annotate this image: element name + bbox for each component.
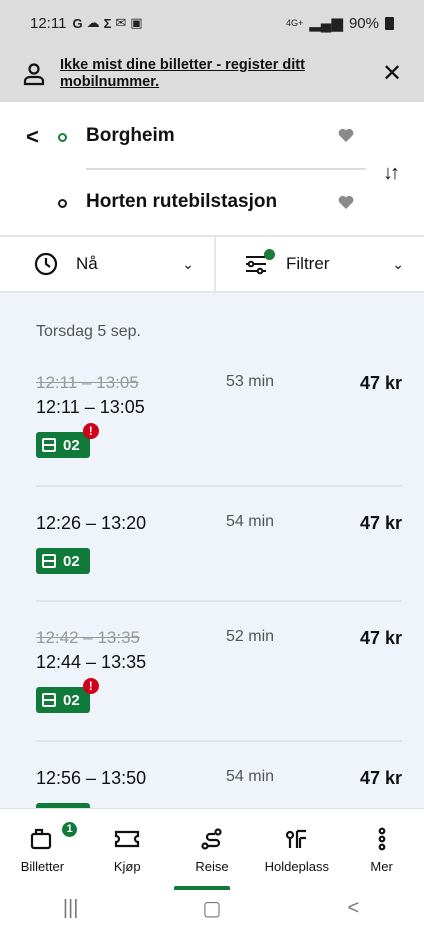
trip-price: 47 kr	[359, 513, 402, 533]
nav-label: Billetter	[20, 859, 65, 874]
nav-kjop[interactable]: Kjøp	[85, 809, 170, 890]
time-selector[interactable]: Nå ⌄	[0, 237, 214, 291]
sigma-icon: Σ	[103, 15, 112, 31]
row-divider	[36, 600, 402, 602]
line-number: 02	[63, 436, 80, 454]
line-number: 02	[63, 691, 80, 709]
route-divider	[86, 168, 366, 170]
system-nav: ||| ▢ <	[0, 890, 424, 926]
network-label: 4G+	[286, 18, 304, 28]
nav-holdeplass[interactable]: Holdeplass	[254, 809, 339, 890]
trip-price: 47 kr	[359, 768, 402, 788]
message-icon: ▣	[130, 15, 143, 30]
bottom-nav: 1 Billetter Kjøp Reise Holdeplass Mer	[0, 808, 424, 890]
trip-duration: 52 min	[226, 628, 275, 645]
row-divider	[36, 740, 402, 742]
register-banner[interactable]: Ikke mist dine billetter - register ditt…	[0, 46, 424, 102]
trip-times: 12:44 – 13:35	[36, 652, 147, 672]
bus-icon	[42, 438, 56, 452]
nav-mer[interactable]: Mer	[339, 809, 424, 890]
battery-level: 90%	[348, 14, 379, 32]
clock-icon	[34, 252, 58, 276]
swap-icon[interactable]: ↓↑	[383, 162, 400, 185]
ticket-wallet-icon	[30, 827, 54, 853]
more-icon	[376, 827, 388, 853]
cloud-icon: ☁	[86, 15, 100, 30]
back-icon[interactable]: <	[26, 124, 39, 150]
trip-price: 47 kr	[359, 628, 402, 648]
nav-billetter[interactable]: 1 Billetter	[0, 809, 85, 890]
google-icon: G	[72, 15, 83, 31]
battery-icon	[385, 16, 394, 30]
close-icon[interactable]: ✕	[380, 62, 404, 86]
trip-times: 12:11 – 13:05	[36, 397, 145, 417]
status-right: 4G+ ▂▄▆ 90%	[286, 14, 394, 32]
origin-dot-icon	[58, 133, 67, 142]
alert-icon: !	[82, 423, 99, 439]
banner-link[interactable]: Ikke mist dine billetter - register ditt…	[60, 57, 380, 91]
line-badge: 02 !	[36, 423, 99, 458]
nav-label: Reise	[195, 859, 229, 874]
nav-label: Holdeplass	[264, 859, 329, 874]
trip-times: 12:56 – 13:50	[36, 768, 147, 788]
line-badge: 02	[36, 548, 90, 574]
row-divider	[36, 485, 402, 487]
route-icon	[200, 827, 224, 853]
destination-field[interactable]: Horten rutebilstasjon	[86, 191, 277, 213]
filter-bar: Nå ⌄ Filtrer ⌄	[0, 235, 424, 293]
status-time: 12:11	[30, 14, 67, 32]
route-card: < Borgheim ↓↑ Horten rutebilstasjon	[0, 102, 424, 235]
filter-selector[interactable]: Filtrer ⌄	[214, 237, 424, 291]
nav-label: Mer	[370, 859, 393, 874]
bus-icon	[42, 554, 56, 568]
line-number: 02	[63, 552, 80, 570]
stop-icon	[285, 827, 309, 853]
trip-row[interactable]: 12:56 – 13:50 54 min 47 kr 02	[36, 768, 402, 808]
trip-duration: 54 min	[226, 768, 275, 785]
trip-times: 12:26 – 13:20	[36, 513, 147, 533]
date-header: Torsdag 5 sep.	[36, 323, 141, 340]
bus-icon	[42, 693, 56, 707]
ticket-count-badge: 1	[62, 822, 77, 837]
status-bar: 12:11 G ☁ Σ ✉ ▣ 4G+ ▂▄▆ 90%	[0, 0, 424, 46]
signal-icon: ▂▄▆	[309, 15, 343, 32]
mail-icon: ✉	[115, 15, 127, 30]
home-icon[interactable]: ▢	[192, 896, 232, 921]
nav-label: Kjøp	[113, 859, 141, 874]
trip-row[interactable]: 12:42 – 13:35 12:44 – 13:35 52 min 47 kr…	[36, 628, 402, 713]
alert-icon: !	[82, 678, 99, 694]
chevron-down-icon: ⌄	[392, 255, 404, 272]
original-times: 12:42 – 13:35	[36, 628, 140, 647]
trip-duration: 53 min	[226, 373, 275, 390]
time-selector-label: Nå	[76, 254, 98, 273]
trip-row[interactable]: 12:11 – 13:05 12:11 – 13:05 53 min 47 kr…	[36, 373, 402, 458]
favorite-destination-icon[interactable]	[338, 195, 354, 209]
notification-icons: G ☁ Σ ✉ ▣	[72, 15, 142, 31]
nav-reise[interactable]: Reise	[170, 809, 255, 890]
active-filter-dot	[264, 249, 275, 260]
recents-icon[interactable]: |||	[51, 897, 91, 920]
person-icon	[23, 63, 45, 86]
trip-row[interactable]: 12:26 – 13:20 54 min 47 kr 02	[36, 513, 402, 574]
ticket-icon	[114, 827, 140, 853]
trip-price: 47 kr	[359, 373, 402, 393]
filter-selector-label: Filtrer	[286, 254, 330, 273]
back-nav-icon[interactable]: <	[333, 897, 373, 920]
destination-dot-icon	[58, 199, 67, 208]
chevron-down-icon: ⌄	[182, 255, 194, 272]
line-badge: 02 !	[36, 678, 99, 713]
trip-duration: 54 min	[226, 513, 275, 530]
origin-field[interactable]: Borgheim	[86, 125, 175, 147]
favorite-origin-icon[interactable]	[338, 128, 354, 142]
original-times: 12:11 – 13:05	[36, 373, 139, 392]
trip-list: Torsdag 5 sep. 12:11 – 13:05 12:11 – 13:…	[0, 293, 424, 808]
